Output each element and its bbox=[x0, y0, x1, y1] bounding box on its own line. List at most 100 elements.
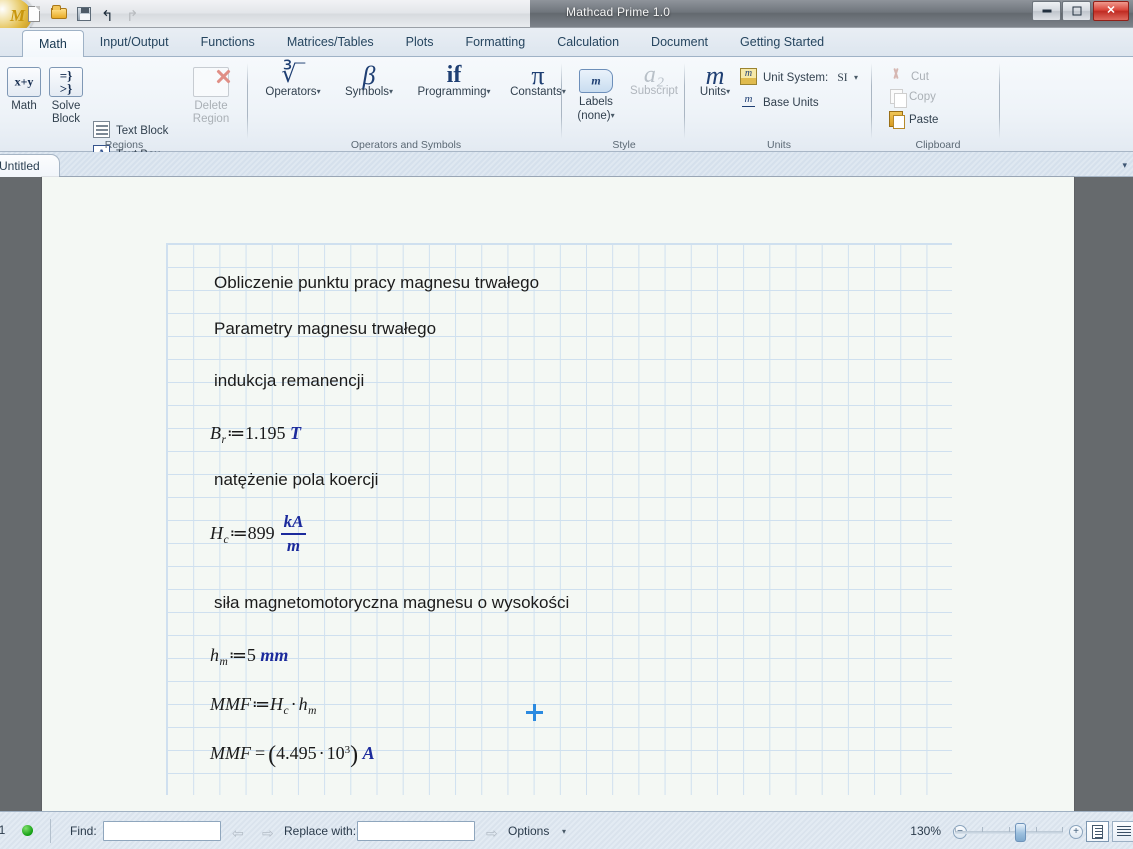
tab-input-output[interactable]: Input/Output bbox=[84, 28, 185, 57]
ribbon-group-clipboard-title: Clipboard bbox=[915, 139, 961, 151]
close-icon: ✕ bbox=[1106, 4, 1116, 17]
ribbon-group-style: m Labels (none)▾ a₂ Subscript Style bbox=[563, 57, 685, 152]
region-mmf-label[interactable]: siła magnetomotoryczna magnesu o wysokoś… bbox=[214, 593, 569, 613]
ribbon-tab-strip: Math Input/Output Functions Matrices/Tab… bbox=[0, 28, 1133, 58]
open-icon[interactable] bbox=[49, 4, 69, 24]
tab-matrices-tables[interactable]: Matrices/Tables bbox=[271, 28, 390, 57]
hc-value: 899 bbox=[247, 523, 275, 544]
tab-document[interactable]: Document bbox=[635, 28, 724, 57]
tab-getting-started[interactable]: Getting Started bbox=[724, 28, 840, 57]
chevron-down-icon: ▾ bbox=[316, 87, 321, 96]
text-block-button[interactable]: Text Block bbox=[93, 121, 168, 139]
hm-assign-operator: ≔ bbox=[228, 645, 247, 665]
copy-button[interactable]: Copy bbox=[888, 89, 936, 108]
fraction-bar bbox=[280, 533, 307, 535]
br-value: 1.195 bbox=[244, 423, 286, 443]
tab-calculation[interactable]: Calculation bbox=[541, 28, 635, 57]
mmf-result-unit: A bbox=[362, 743, 375, 763]
zoom-slider-thumb[interactable] bbox=[1015, 823, 1026, 842]
new-icon[interactable] bbox=[24, 4, 44, 24]
region-mmf-result[interactable]: MMF = (4.495 · 103) A bbox=[210, 742, 375, 769]
mmf-rhs-hc-subscript: c bbox=[283, 705, 289, 717]
zoom-slider-track[interactable] bbox=[955, 827, 1063, 834]
chevron-down-icon[interactable]: ▾ bbox=[1122, 160, 1127, 171]
region-mmf-definition[interactable]: MMF≔Hc · hm bbox=[210, 694, 316, 717]
redo-icon[interactable]: ↱ bbox=[124, 4, 144, 24]
calculation-status-badge[interactable] bbox=[22, 825, 33, 836]
mmf-result-base: 10 bbox=[326, 743, 345, 763]
mmf-result-equals-operator: = bbox=[254, 743, 265, 763]
replace-apply-icon[interactable]: ⇨ bbox=[486, 825, 498, 842]
unit-system-control[interactable]: Unit System: SI bbox=[740, 66, 848, 86]
hc-variable: H bbox=[210, 523, 223, 544]
delete-region-icon bbox=[193, 67, 229, 97]
region-hm-definition[interactable]: hm≔5 mm bbox=[210, 645, 288, 668]
view-mode-page-button[interactable] bbox=[1086, 821, 1109, 842]
maximize-button[interactable] bbox=[1062, 1, 1091, 21]
symbols-button[interactable]: β Symbols▾ bbox=[330, 61, 408, 99]
br-subscript: r bbox=[221, 434, 226, 446]
options-chevron-down-icon[interactable]: ▾ bbox=[562, 827, 566, 836]
region-br-definition[interactable]: Br≔1.195 T bbox=[210, 423, 301, 446]
base-units-button[interactable]: Base Units bbox=[740, 91, 819, 111]
mmf-assign-operator: ≔ bbox=[251, 694, 270, 714]
subscript-button[interactable]: a₂ Subscript bbox=[623, 63, 685, 98]
zoom-in-button[interactable]: + bbox=[1069, 825, 1083, 839]
document-tab-untitled[interactable]: Untitled bbox=[0, 154, 60, 177]
undo-icon[interactable]: ↰ bbox=[99, 4, 119, 24]
find-next-icon[interactable]: ⇨ bbox=[262, 825, 274, 842]
cut-button[interactable]: Cut bbox=[888, 67, 929, 85]
beta-icon: β bbox=[362, 61, 376, 90]
unit-system-chevron-down-icon[interactable]: ▾ bbox=[854, 73, 858, 82]
save-icon[interactable] bbox=[74, 4, 94, 24]
plus-icon: + bbox=[1073, 826, 1079, 837]
replace-input[interactable] bbox=[357, 821, 475, 841]
programming-button[interactable]: if Programming▾ bbox=[400, 63, 508, 99]
subscript-label: Subscript bbox=[630, 85, 678, 97]
ribbon-group-operators-title: Operators and Symbols bbox=[350, 139, 462, 151]
tab-plots[interactable]: Plots bbox=[390, 28, 450, 57]
mmf-variable: MMF bbox=[210, 694, 251, 714]
document-tab-bar: Untitled ▾ bbox=[0, 152, 1133, 177]
document-page[interactable]: Obliczenie punktu pracy magnesu trwałego… bbox=[42, 177, 1074, 811]
options-button[interactable]: Options bbox=[508, 824, 549, 838]
operators-button[interactable]: ∛‾ Operators▾ bbox=[250, 63, 336, 99]
tab-functions[interactable]: Functions bbox=[185, 28, 271, 57]
zoom-level-label: 130% bbox=[910, 824, 941, 838]
minimize-button[interactable] bbox=[1032, 1, 1061, 21]
paste-button[interactable]: Paste bbox=[888, 111, 938, 129]
group-separator bbox=[561, 63, 562, 139]
chevron-down-icon: ▾ bbox=[389, 87, 394, 96]
hc-unit-fraction: kA m bbox=[280, 512, 307, 556]
delete-region-button[interactable]: Delete Region bbox=[182, 67, 240, 126]
br-unit: T bbox=[289, 423, 301, 443]
region-title-line[interactable]: Obliczenie punktu pracy magnesu trwałego bbox=[214, 273, 539, 293]
ribbon-group-clipboard: Cut Copy Paste Clipboard bbox=[876, 57, 1000, 152]
cursor-crosshair-icon bbox=[526, 704, 543, 721]
find-previous-icon[interactable]: ⇦ bbox=[232, 825, 244, 842]
tab-formatting[interactable]: Formatting bbox=[449, 28, 541, 57]
delete-region-label-1: Delete bbox=[194, 100, 228, 112]
close-button[interactable]: ✕ bbox=[1093, 1, 1129, 21]
find-input[interactable] bbox=[103, 821, 221, 841]
page-indicator: / 1 bbox=[0, 823, 6, 837]
br-assign-operator: ≔ bbox=[226, 423, 245, 443]
region-hc-definition[interactable]: Hc≔899 kA m bbox=[210, 512, 307, 557]
window-title-bar: Mathcad Prime 1.0 ✕ M ↰ ↱ bbox=[0, 0, 1133, 37]
math-region-icon: x+y bbox=[7, 67, 41, 97]
solve-block-icon: =} >} bbox=[49, 67, 83, 97]
workspace: Obliczenie punktu pracy magnesu trwałego… bbox=[0, 177, 1133, 811]
solve-block-button[interactable]: =} >} Solve Block bbox=[42, 67, 90, 126]
region-params-heading[interactable]: Parametry magnesu trwałego bbox=[214, 319, 436, 339]
region-coercivity-label[interactable]: natężenie pola koercji bbox=[214, 470, 378, 490]
math-region-button[interactable]: x+y Math bbox=[0, 67, 48, 113]
hc-unit-denominator: m bbox=[286, 536, 301, 555]
region-remanence-label[interactable]: indukcja remanencji bbox=[214, 371, 364, 391]
tab-math[interactable]: Math bbox=[22, 30, 84, 58]
view-mode-draft-button[interactable] bbox=[1112, 821, 1133, 842]
mmf-result-mantissa: 4.495 bbox=[276, 743, 317, 763]
status-divider bbox=[50, 819, 51, 843]
group-separator bbox=[871, 63, 872, 139]
labels-button[interactable]: m Labels (none)▾ bbox=[565, 69, 627, 123]
units-button[interactable]: m Units▾ bbox=[688, 63, 742, 99]
